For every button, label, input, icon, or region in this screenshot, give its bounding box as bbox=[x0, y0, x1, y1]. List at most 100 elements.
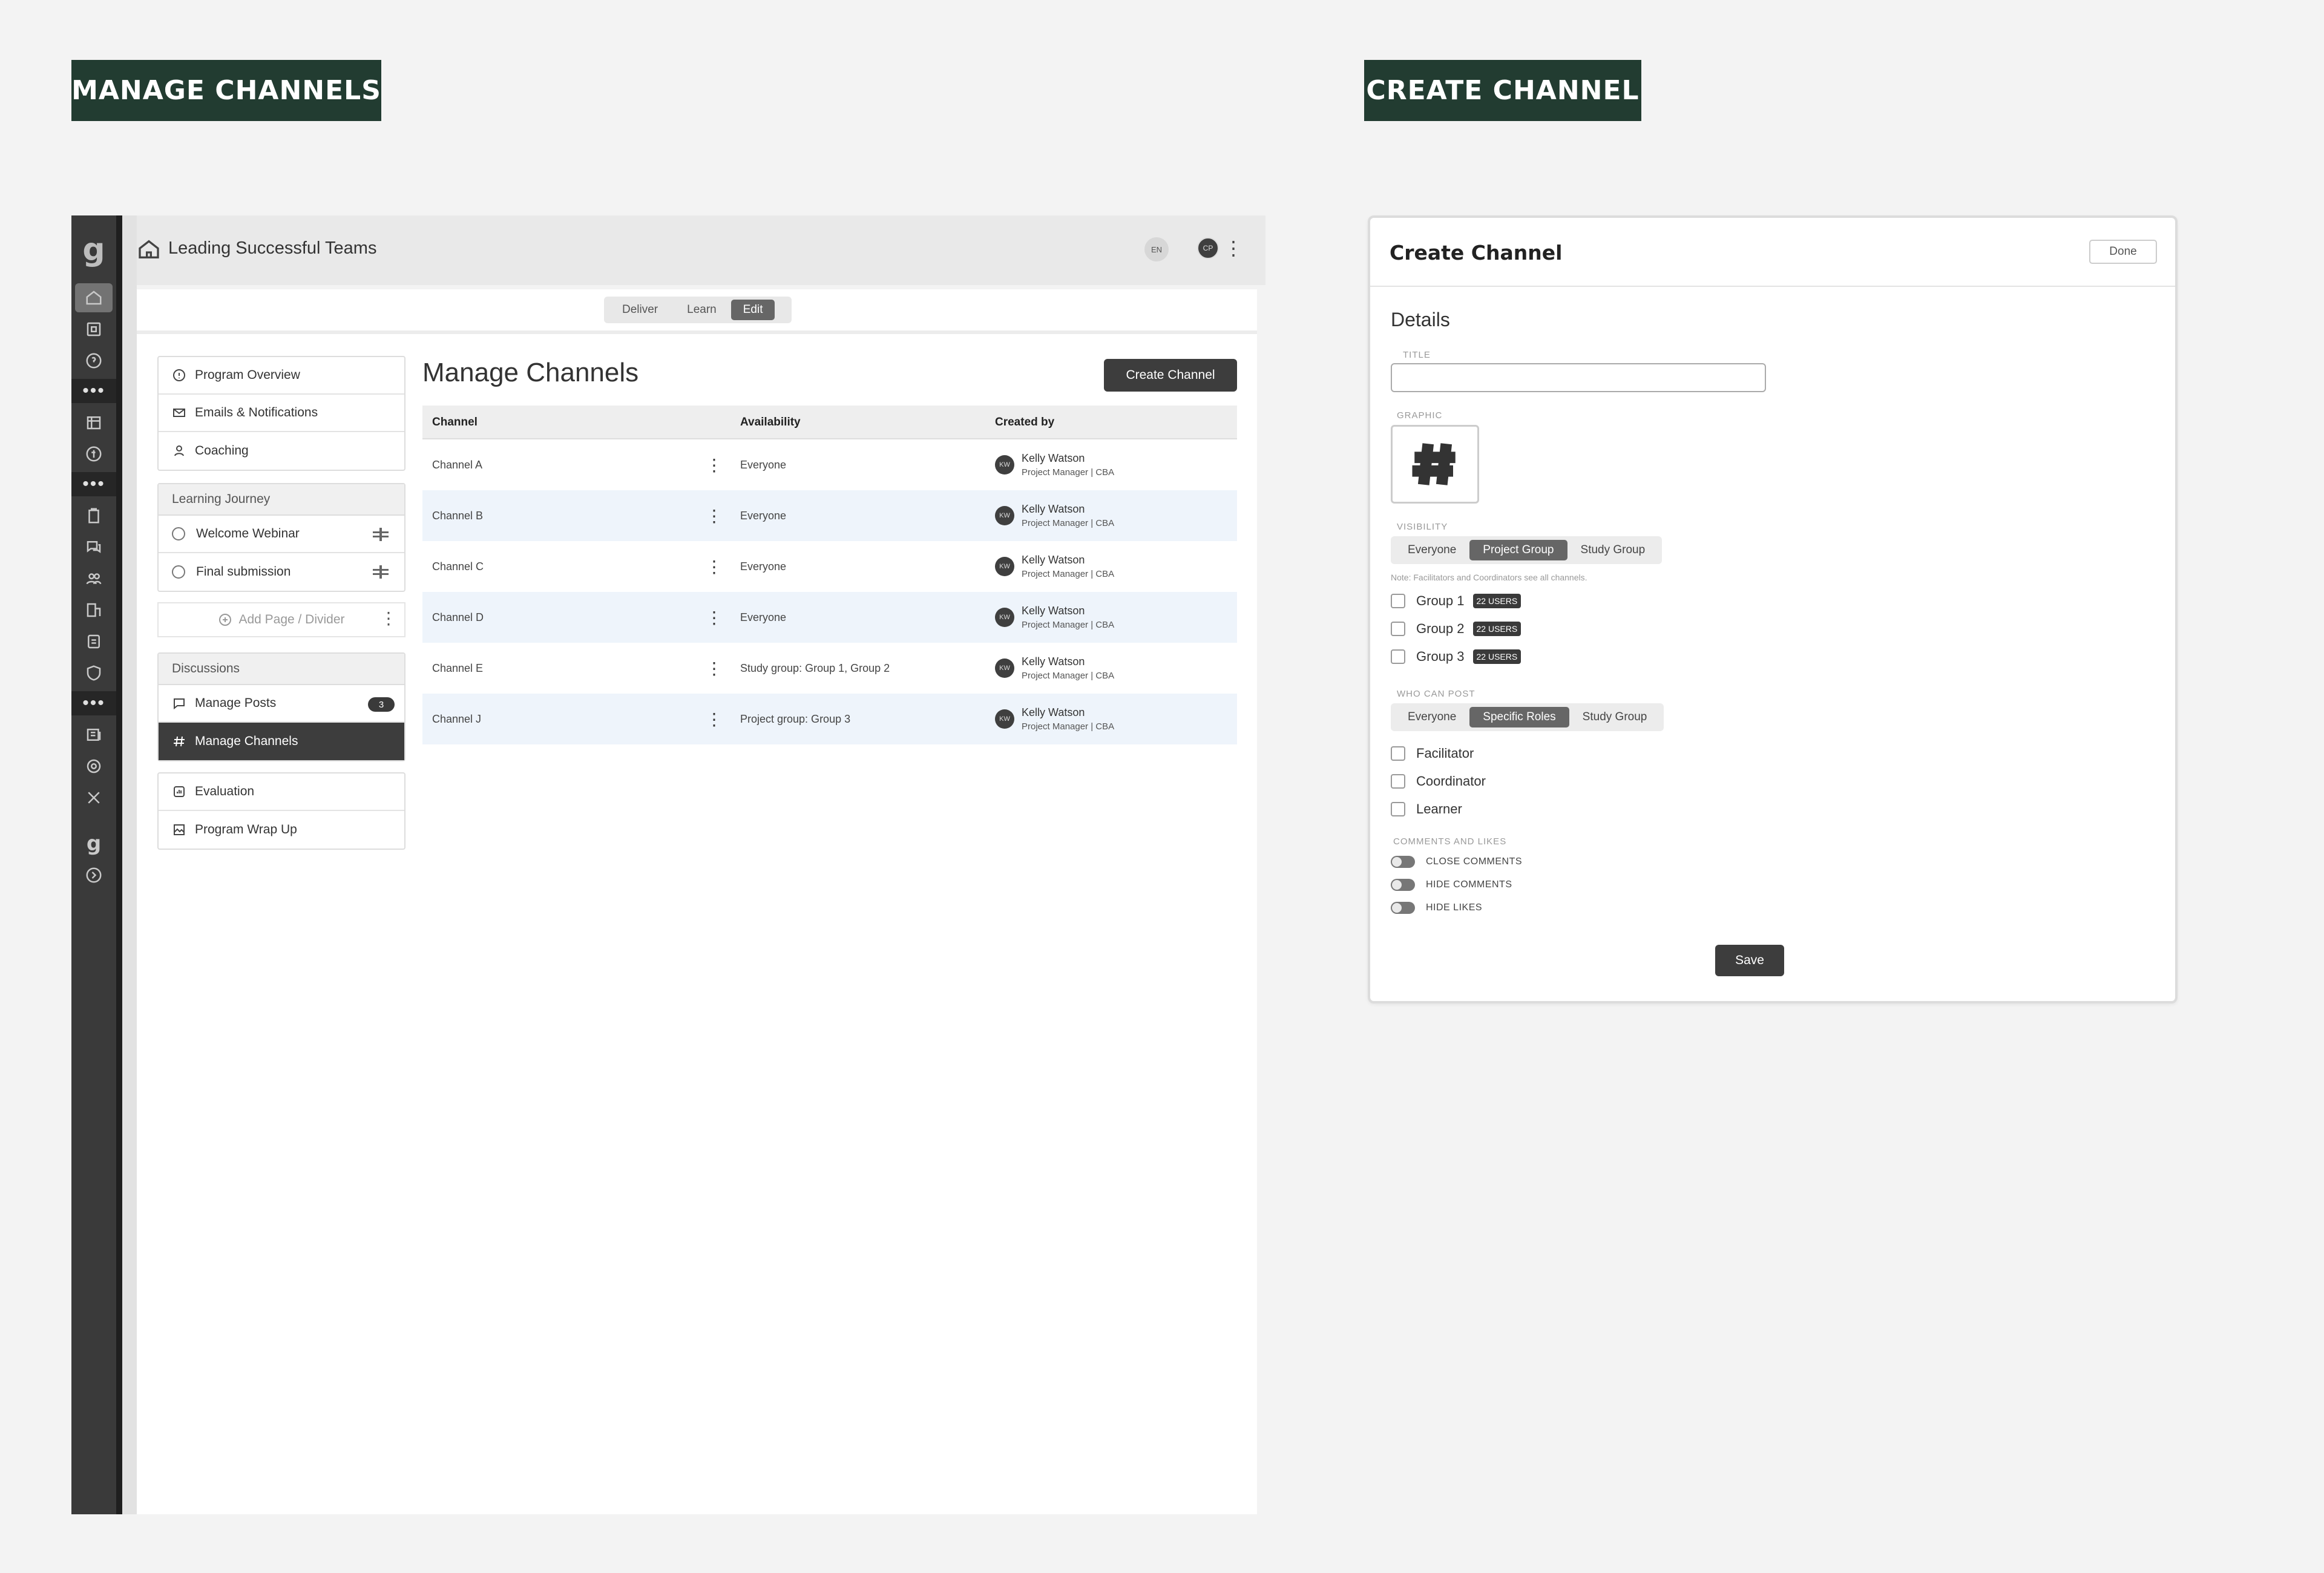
nav-welcome-webinar[interactable]: Welcome Webinar bbox=[159, 516, 404, 553]
more-icon[interactable]: ••• bbox=[71, 472, 116, 496]
home-icon[interactable] bbox=[137, 237, 163, 264]
expand-icon[interactable] bbox=[71, 861, 116, 890]
title-input[interactable] bbox=[1391, 363, 1766, 392]
checkbox[interactable] bbox=[1391, 649, 1405, 664]
nav-item-label: Welcome Webinar bbox=[196, 527, 300, 540]
coordinator-checkbox-row[interactable]: Coordinator bbox=[1391, 773, 1486, 789]
toggle-switch[interactable] bbox=[1391, 879, 1415, 891]
money-icon[interactable] bbox=[71, 439, 116, 468]
row-menu-icon[interactable]: ⋮ bbox=[706, 557, 723, 577]
more-menu-icon[interactable]: ⋮ bbox=[380, 608, 397, 628]
calendar-icon[interactable] bbox=[71, 408, 116, 437]
creator-role: Project Manager | CBA bbox=[1022, 569, 1115, 579]
role-name: Learner bbox=[1416, 801, 1462, 816]
table-row[interactable]: Channel A ⋮ Everyone KW Kelly Watson Proj… bbox=[422, 439, 1237, 490]
nav-program-overview[interactable]: Program Overview bbox=[159, 357, 404, 395]
learner-checkbox-row[interactable]: Learner bbox=[1391, 801, 1462, 817]
news-icon[interactable] bbox=[71, 720, 116, 749]
help-icon[interactable] bbox=[71, 346, 116, 375]
post-specific-roles-option[interactable]: Specific Roles bbox=[1469, 707, 1569, 727]
mode-learn-button[interactable]: Learn bbox=[672, 300, 731, 320]
nav-emails-notifications[interactable]: Emails & Notifications bbox=[159, 395, 404, 432]
table-row[interactable]: Channel J ⋮ Project group: Group 3 KW Ke… bbox=[422, 694, 1237, 744]
visibility-everyone-option[interactable]: Everyone bbox=[1394, 540, 1469, 560]
group-1-checkbox-row[interactable]: Group 1 22 USERS bbox=[1391, 593, 1521, 609]
mode-deliver-button[interactable]: Deliver bbox=[608, 300, 672, 320]
hide-likes-toggle-row[interactable]: HIDE LIKES bbox=[1391, 902, 1482, 914]
table-row[interactable]: Channel D ⋮ Everyone KW Kelly Watson Proj… bbox=[422, 592, 1237, 643]
group-3-checkbox-row[interactable]: Group 3 22 USERS bbox=[1391, 649, 1521, 665]
row-menu-icon[interactable]: ⋮ bbox=[706, 506, 723, 526]
mode-edit-button[interactable]: Edit bbox=[730, 300, 775, 320]
visibility-study-group-option[interactable]: Study Group bbox=[1567, 540, 1659, 560]
row-menu-icon[interactable]: ⋮ bbox=[706, 658, 723, 678]
column-header-channel: Channel bbox=[432, 416, 478, 429]
row-menu-icon[interactable]: ⋮ bbox=[706, 608, 723, 628]
avatar: KW bbox=[995, 506, 1014, 525]
done-button[interactable]: Done bbox=[2089, 240, 2157, 264]
checkbox[interactable] bbox=[1391, 622, 1405, 636]
post-study-group-option[interactable]: Study Group bbox=[1569, 707, 1661, 727]
nav-manage-channels[interactable]: Manage Channels bbox=[159, 723, 404, 760]
facilitator-checkbox-row[interactable]: Facilitator bbox=[1391, 746, 1474, 761]
nav-item-label: Evaluation bbox=[195, 784, 255, 798]
chat-icon[interactable] bbox=[71, 533, 116, 562]
language-button[interactable]: EN bbox=[1144, 237, 1169, 261]
checkbox[interactable] bbox=[1391, 594, 1405, 608]
nav-evaluation[interactable]: Evaluation bbox=[159, 773, 404, 811]
hide-comments-toggle-row[interactable]: HIDE COMMENTS bbox=[1391, 879, 1512, 891]
report-icon[interactable] bbox=[71, 627, 116, 656]
toggle-switch[interactable] bbox=[1391, 856, 1415, 868]
building-icon[interactable] bbox=[71, 596, 116, 625]
channel-name: Channel E bbox=[432, 662, 484, 674]
row-menu-icon[interactable]: ⋮ bbox=[706, 455, 723, 475]
created-by: KW Kelly Watson Project Manager | CBA bbox=[995, 605, 1114, 630]
table-row[interactable]: Channel C ⋮ Everyone KW Kelly Watson Proj… bbox=[422, 541, 1237, 592]
creator-name: Kelly Watson bbox=[1022, 452, 1085, 464]
row-menu-icon[interactable]: ⋮ bbox=[706, 709, 723, 729]
shield-icon[interactable] bbox=[71, 658, 116, 688]
book-icon[interactable] bbox=[71, 315, 116, 344]
save-button[interactable]: Save bbox=[1715, 945, 1784, 976]
more-icon[interactable]: ••• bbox=[71, 691, 116, 715]
more-icon[interactable]: ••• bbox=[71, 379, 116, 403]
page-title: Manage Channels bbox=[422, 358, 639, 387]
toggle-switch[interactable] bbox=[1391, 902, 1415, 914]
avatar: KW bbox=[995, 557, 1014, 576]
nav-program-wrap-up[interactable]: Program Wrap Up bbox=[159, 811, 404, 849]
close-comments-toggle-row[interactable]: CLOSE COMMENTS bbox=[1391, 856, 1522, 868]
create-channel-button[interactable]: Create Channel bbox=[1104, 359, 1237, 392]
add-page-divider-button[interactable]: Add Page / Divider ⋮ bbox=[157, 602, 405, 637]
title-label: TITLE bbox=[1403, 350, 1431, 360]
mode-toggle: Deliver Learn Edit bbox=[604, 297, 792, 323]
creator-role: Project Manager | CBA bbox=[1022, 467, 1115, 478]
checkbox[interactable] bbox=[1391, 802, 1405, 816]
drag-handle-icon[interactable] bbox=[373, 528, 389, 541]
user-avatar[interactable]: CP bbox=[1197, 237, 1219, 259]
table-row[interactable]: Channel E ⋮ Study group: Group 1, Group … bbox=[422, 643, 1237, 694]
checkbox[interactable] bbox=[1391, 746, 1405, 761]
table-row[interactable]: Channel B ⋮ Everyone KW Kelly Watson Proj… bbox=[422, 490, 1237, 541]
post-everyone-option[interactable]: Everyone bbox=[1394, 707, 1469, 727]
nav-final-submission[interactable]: Final submission bbox=[159, 553, 404, 591]
visibility-project-group-option[interactable]: Project Group bbox=[1469, 540, 1567, 560]
app-logo: g bbox=[82, 232, 105, 268]
settings-icon[interactable] bbox=[71, 752, 116, 781]
more-menu-icon[interactable]: ⋮ bbox=[1224, 235, 1243, 261]
clipboard-icon[interactable] bbox=[71, 501, 116, 530]
avatar: KW bbox=[995, 455, 1014, 475]
checkbox[interactable] bbox=[1391, 774, 1405, 789]
top-bar: Leading Successful Teams EN CP ⋮ bbox=[137, 215, 1265, 285]
group-2-checkbox-row[interactable]: Group 2 22 USERS bbox=[1391, 621, 1521, 637]
drag-handle-icon[interactable] bbox=[373, 565, 389, 579]
users-icon[interactable] bbox=[71, 564, 116, 593]
who-can-post-label: WHO CAN POST bbox=[1397, 689, 1475, 699]
tools-icon[interactable] bbox=[71, 783, 116, 812]
home-icon[interactable] bbox=[75, 283, 113, 312]
graphic-picker[interactable] bbox=[1391, 425, 1479, 504]
image-icon bbox=[174, 824, 185, 835]
nav-item-label: Final submission bbox=[196, 565, 291, 579]
created-by: KW Kelly Watson Project Manager | CBA bbox=[995, 452, 1114, 478]
nav-coaching[interactable]: Coaching bbox=[159, 432, 404, 470]
nav-manage-posts[interactable]: Manage Posts 3 bbox=[159, 685, 404, 723]
